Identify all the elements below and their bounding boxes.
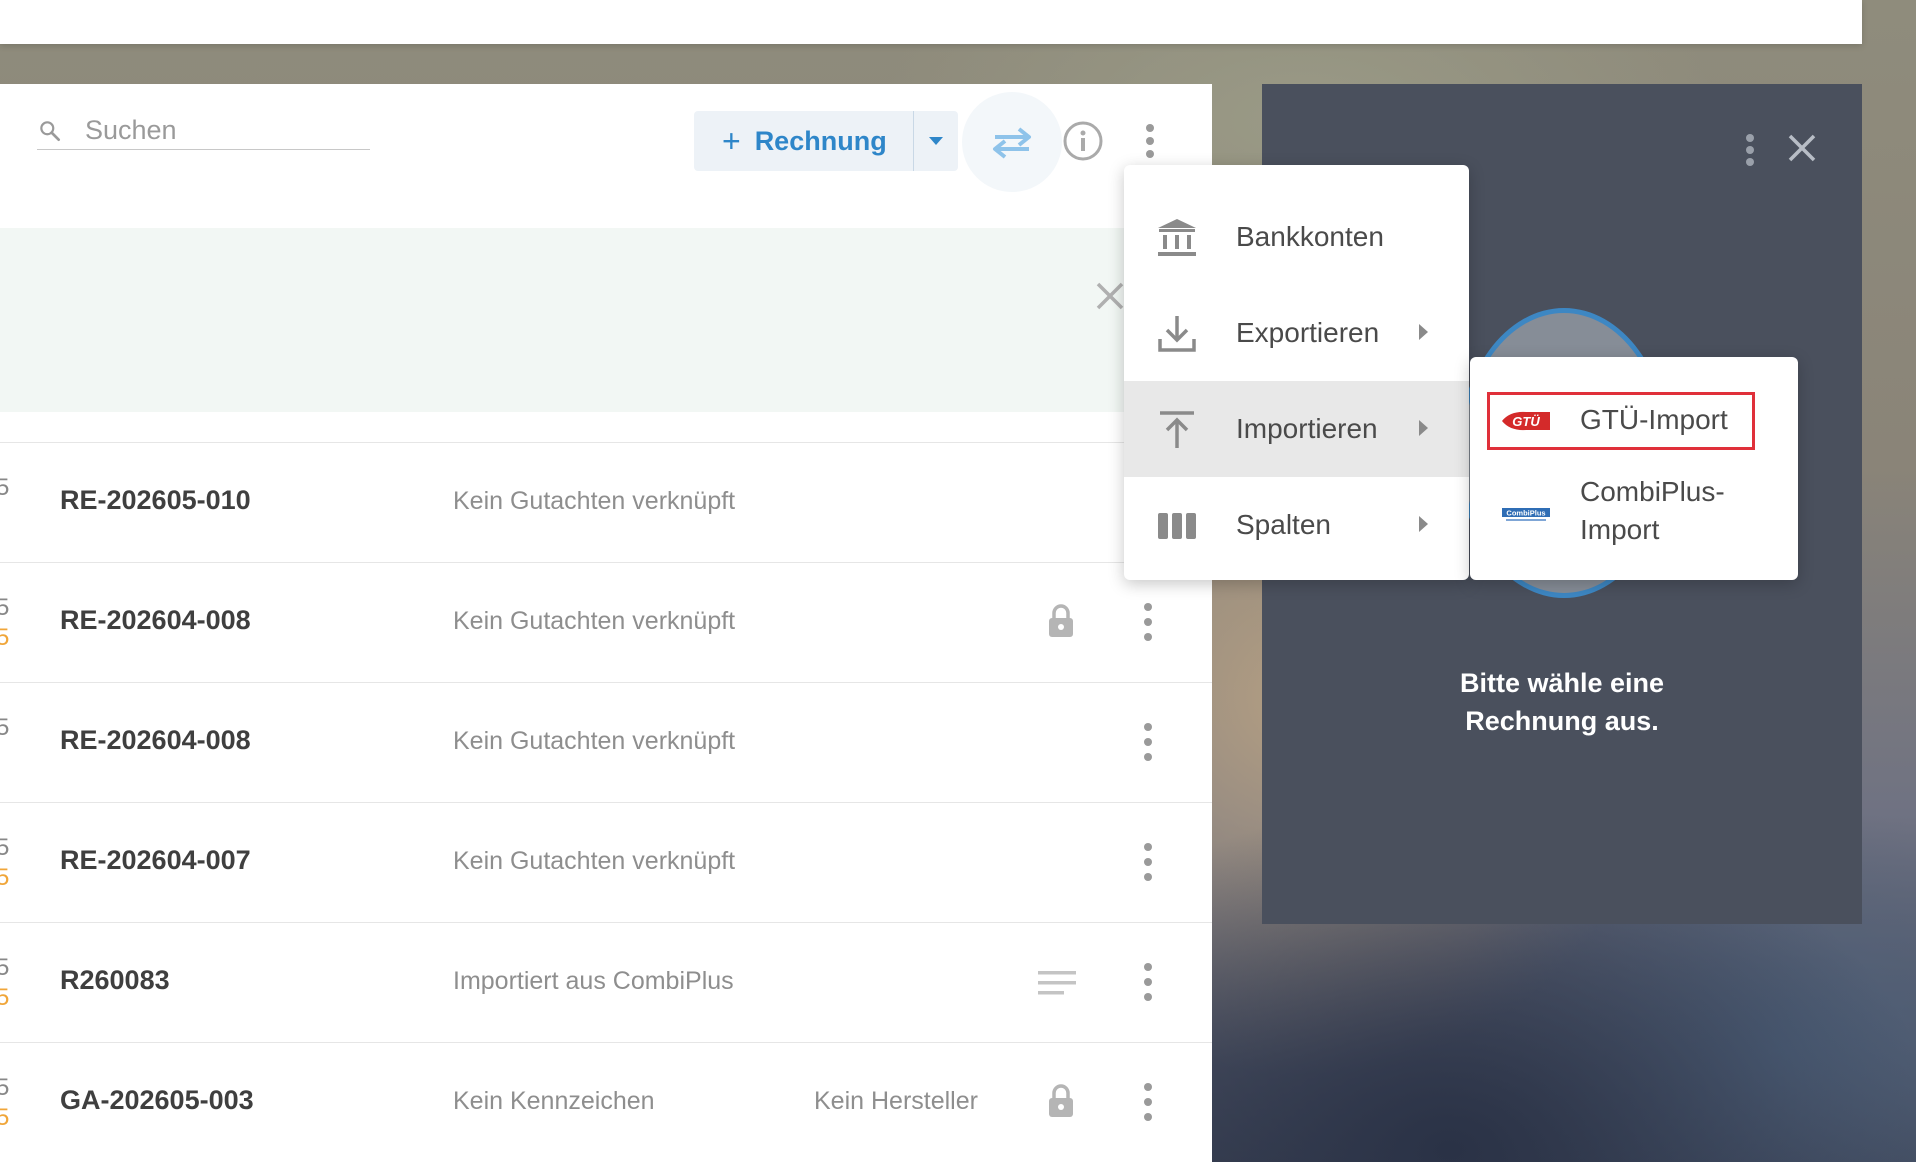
more-vertical-icon [1746,134,1754,166]
import-submenu: GTÜ GTÜ-Import CombiPlus CombiPlus- Impo… [1470,357,1798,580]
cut-off-text: 5 [0,474,10,501]
search-icon [40,120,61,141]
columns-icon [1158,513,1196,539]
lock-icon [1049,604,1073,637]
table-row[interactable]: 55 RE-202604-007 Kein Gutachten verknüpf… [0,802,1212,922]
report-status: Kein Gutachten verknüpft [453,487,736,515]
more-options-button[interactable] [1140,120,1160,162]
invoice-number: RE-202605-010 [60,485,251,515]
caret-down-icon [928,137,943,145]
invoice-number: GA-202605-003 [60,1085,254,1115]
swap-arrows-icon [993,127,1031,159]
report-status: Kein Gutachten verknüpft [453,727,736,755]
empty-state-message: Bitte wähle eine Rechnung aus. [1459,668,1665,736]
search-input[interactable] [85,115,355,146]
cut-off-text: 5 [0,714,10,741]
top-bar [0,0,1862,44]
row-menu-icon[interactable] [1138,961,1158,1003]
invoice-number: RE-202604-008 [60,605,251,635]
lock-icon [1049,1084,1073,1117]
cut-off-text: 55 [0,594,10,651]
table-row[interactable]: 55 R260083 Importiert aus CombiPlus [0,922,1212,1042]
download-icon [1158,316,1196,352]
table-row[interactable]: 55 GA-202605-003 Kein Kennzeichen Kein H… [0,1042,1212,1162]
submenu-item-combiplus-import[interactable]: CombiPlus CombiPlus- Import [1470,467,1798,567]
menu-item-importieren[interactable]: Importieren [1124,381,1469,477]
menu-item-exportieren[interactable]: Exportieren [1124,285,1469,381]
bank-icon [1158,219,1196,256]
info-banner [0,228,1212,412]
plus-icon: + [722,123,741,159]
manufacturer-status: Kein Hersteller [814,1087,978,1115]
chevron-right-icon [1419,324,1428,340]
menu-item-spalten[interactable]: Spalten [1124,477,1469,573]
new-invoice-dropdown-button[interactable] [914,111,958,171]
info-icon [1063,121,1103,161]
more-vertical-icon [1146,124,1154,158]
row-menu-icon[interactable] [1138,1081,1158,1123]
detail-close-button[interactable] [1784,130,1820,166]
submenu-item-label-line2: Import [1580,514,1660,545]
table-row[interactable]: 5 RE-202605-010 Kein Gutachten verknüpft [0,442,1212,562]
search-field[interactable] [37,112,370,150]
table-row[interactable]: 55 RE-202604-008 Kein Gutachten verknüpf… [0,562,1212,682]
detail-more-button[interactable] [1740,130,1760,170]
cut-off-text: 55 [0,954,10,1011]
sync-button[interactable] [962,92,1062,192]
invoice-number: RE-202604-008 [60,725,251,755]
chevron-right-icon [1419,420,1428,436]
cut-off-text: 55 [0,834,10,891]
chevron-right-icon [1419,516,1428,532]
submenu-item-label: CombiPlus- [1580,476,1725,507]
invoice-list-panel: + Rechnung [0,84,1212,1162]
selection-highlight [1487,392,1755,450]
invoice-number: RE-202604-007 [60,845,251,875]
menu-item-label: Spalten [1236,509,1331,540]
combiplus-logo: CombiPlus [1502,508,1550,521]
close-icon [1788,134,1816,162]
row-menu-icon[interactable] [1138,601,1158,643]
cut-off-text: 55 [0,1074,10,1131]
menu-item-label: Importieren [1236,413,1378,444]
row-menu-icon[interactable] [1138,841,1158,883]
license-plate-status: Kein Kennzeichen [453,1087,655,1115]
report-status: Kein Gutachten verknüpft [453,607,736,635]
row-menu-icon[interactable] [1138,721,1158,763]
menu-item-bankkonten[interactable]: Bankkonten [1124,189,1469,285]
upload-icon [1160,411,1194,448]
new-invoice-label: Rechnung [754,125,887,156]
close-icon[interactable] [1092,278,1128,314]
notes-icon [1038,971,1076,995]
menu-item-label: Exportieren [1236,317,1380,348]
report-status: Kein Gutachten verknüpft [453,847,736,875]
menu-item-label: Bankkonten [1236,221,1384,252]
svg-text:CombiPlus: CombiPlus [1506,509,1545,518]
new-invoice-button[interactable]: + Rechnung [694,111,914,171]
table-row[interactable]: 5 RE-202604-008 Kein Gutachten verknüpft [0,682,1212,802]
new-invoice-button-group: + Rechnung [694,111,958,171]
info-button[interactable] [1062,120,1104,162]
invoice-table: 5 RE-202605-010 Kein Gutachten verknüpft… [0,442,1212,1162]
more-options-menu: Bankkonten Exportieren Importieren Spalt… [1124,165,1469,580]
invoice-number: R260083 [60,965,170,995]
report-status: Importiert aus CombiPlus [453,967,734,995]
